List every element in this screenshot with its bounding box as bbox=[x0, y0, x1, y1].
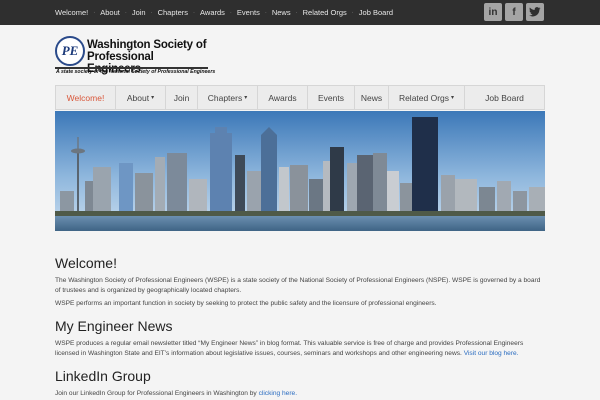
top-nav-about[interactable]: About bbox=[100, 8, 120, 17]
separator: · bbox=[229, 9, 232, 16]
top-nav-welcome[interactable]: Welcome! bbox=[55, 8, 88, 17]
logo-name-line1: Washington Society of bbox=[87, 39, 207, 51]
welcome-paragraph-2: WSPE performs an important function in s… bbox=[55, 300, 437, 307]
twitter-icon[interactable] bbox=[526, 3, 544, 21]
main-content: Welcome! The Washington Society of Profe… bbox=[55, 255, 545, 399]
facebook-icon[interactable]: f bbox=[505, 3, 523, 21]
chevron-down-icon: ▾ bbox=[151, 95, 155, 101]
nav-news-label: News bbox=[360, 92, 383, 103]
top-bar: Welcome! · About · Join · Chapters · Awards ·… bbox=[0, 0, 600, 25]
top-nav-join[interactable]: Join bbox=[132, 8, 146, 17]
separator: · bbox=[264, 9, 267, 16]
linkedin-paragraph: Join our LinkedIn Group for Professional… bbox=[55, 389, 545, 399]
nav-chapters-label: Chapters bbox=[207, 92, 243, 103]
nav-related-orgs[interactable]: Related Orgs ▾ bbox=[389, 86, 465, 109]
nav-job-board[interactable]: Job Board bbox=[465, 86, 544, 109]
news-paragraph: WSPE produces a regular email newsletter… bbox=[55, 339, 545, 359]
logo-mark-text: PE bbox=[61, 43, 79, 58]
nav-join[interactable]: Join bbox=[166, 86, 198, 109]
nav-welcome-label: Welcome! bbox=[66, 92, 105, 103]
top-nav-job-board[interactable]: Job Board bbox=[359, 8, 393, 17]
separator: · bbox=[93, 9, 96, 16]
nav-about-label: About bbox=[126, 92, 150, 103]
site-logo[interactable]: PE Washington Society of Professional En… bbox=[55, 35, 215, 77]
linkedin-icon[interactable]: in bbox=[484, 3, 502, 21]
nav-join-label: Join bbox=[173, 92, 190, 103]
nav-news[interactable]: News bbox=[355, 86, 389, 109]
top-nav-chapters[interactable]: Chapters bbox=[158, 8, 188, 17]
top-nav-news[interactable]: News bbox=[272, 8, 291, 17]
welcome-heading: Welcome! bbox=[55, 255, 117, 271]
news-text: WSPE produces a regular email newsletter… bbox=[55, 340, 524, 357]
nav-about[interactable]: About ▾ bbox=[116, 86, 166, 109]
nav-welcome[interactable]: Welcome! bbox=[56, 86, 116, 109]
welcome-paragraph-1: The Washington Society of Professional E… bbox=[55, 277, 541, 294]
logo-tagline: A state society of the National Society … bbox=[56, 69, 216, 75]
top-nav: Welcome! · About · Join · Chapters · Awards ·… bbox=[55, 0, 393, 25]
linkedin-group-link[interactable]: clicking here. bbox=[259, 390, 297, 397]
linkedin-icon-glyph: in bbox=[488, 6, 498, 18]
top-nav-related-orgs[interactable]: Related Orgs bbox=[303, 8, 347, 17]
top-nav-events[interactable]: Events bbox=[237, 8, 260, 17]
nav-awards-label: Awards bbox=[268, 92, 297, 103]
nav-chapters[interactable]: Chapters ▾ bbox=[198, 86, 258, 109]
linkedin-text: Join our LinkedIn Group for Professional… bbox=[55, 390, 257, 397]
separator: · bbox=[351, 9, 354, 16]
top-nav-awards[interactable]: Awards bbox=[200, 8, 225, 17]
seattle-skyline-illustration bbox=[55, 111, 545, 231]
social-links: in f bbox=[484, 3, 544, 21]
chevron-down-icon: ▾ bbox=[244, 95, 248, 101]
pe-logo-mark: PE bbox=[55, 36, 85, 66]
blog-link[interactable]: Visit our blog here. bbox=[464, 350, 519, 357]
separator: · bbox=[150, 9, 153, 16]
facebook-icon-glyph: f bbox=[512, 6, 516, 18]
nav-events[interactable]: Events bbox=[308, 86, 355, 109]
nav-related-orgs-label: Related Orgs bbox=[398, 92, 450, 103]
nav-awards[interactable]: Awards bbox=[258, 86, 308, 109]
chevron-down-icon: ▾ bbox=[451, 95, 455, 101]
hero-skyline-image bbox=[55, 111, 545, 231]
separator: · bbox=[124, 9, 127, 16]
separator: · bbox=[295, 9, 298, 16]
news-heading: My Engineer News bbox=[55, 318, 173, 334]
main-nav: Welcome! About ▾ Join Chapters ▾ Awards Ev… bbox=[55, 85, 545, 110]
linkedin-heading: LinkedIn Group bbox=[55, 368, 151, 384]
nav-job-board-label: Job Board bbox=[485, 92, 524, 103]
nav-events-label: Events bbox=[318, 92, 344, 103]
separator: · bbox=[193, 9, 196, 16]
twitter-bird-icon bbox=[529, 7, 541, 17]
